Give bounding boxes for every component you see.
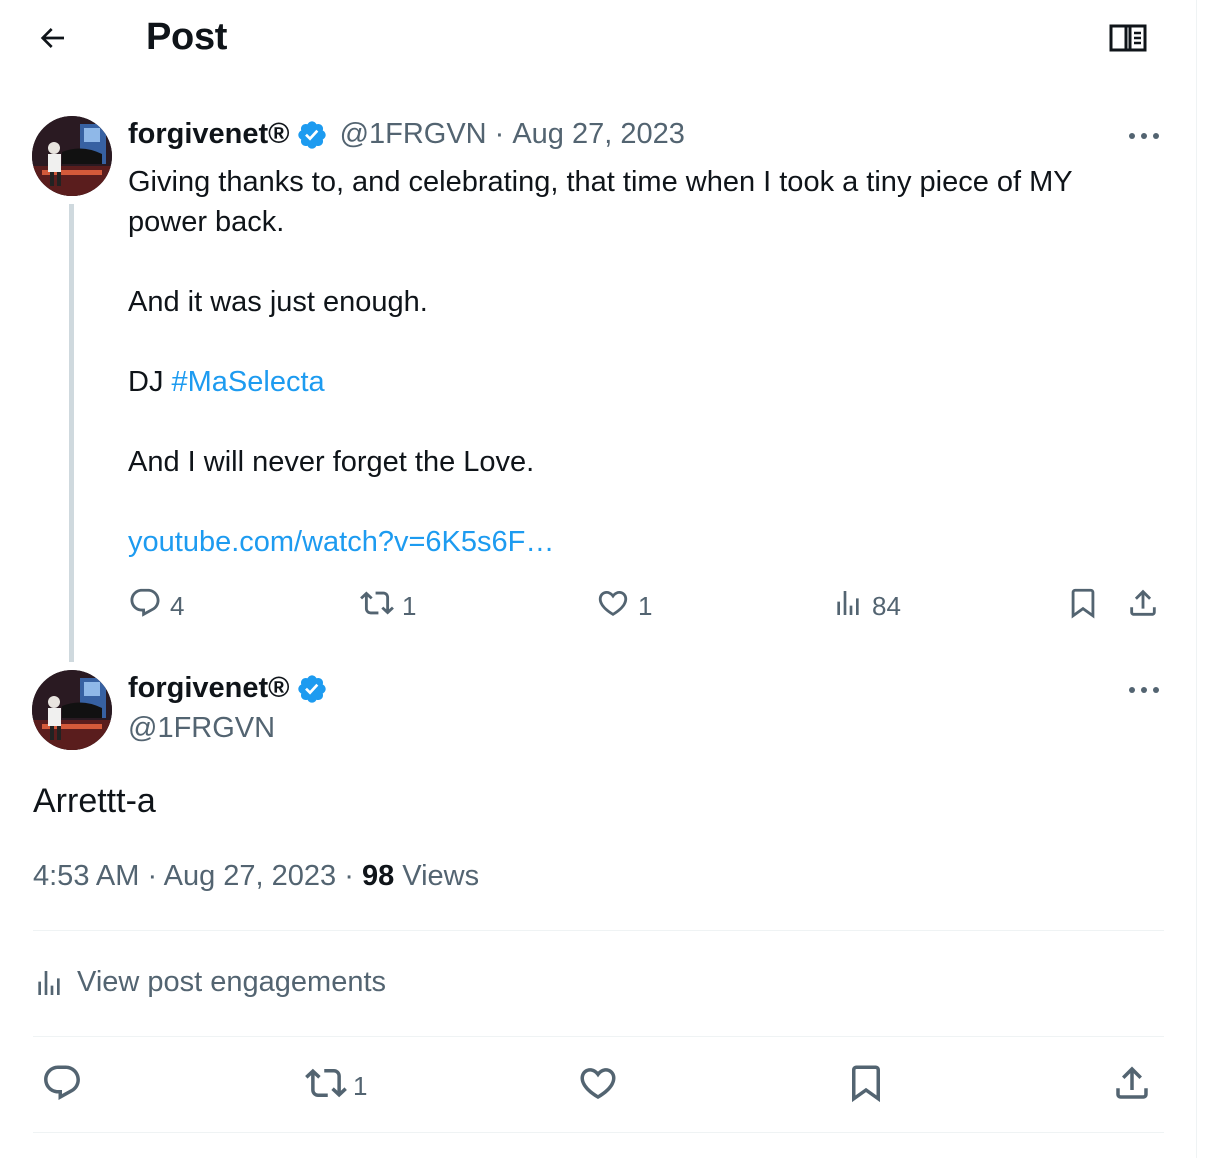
reply-button[interactable]: 4 [128, 586, 184, 626]
views-label: Views [402, 860, 480, 892]
share-icon [1126, 586, 1160, 627]
more-horizontal-icon [1128, 127, 1160, 145]
repost-icon [360, 586, 394, 627]
more-options-button[interactable] [1124, 116, 1164, 156]
parent-post-header: forgivenet® @1FRGVN · Aug 27, 2023 [128, 118, 685, 151]
bookmark-icon [845, 1062, 887, 1111]
arrow-left-icon [36, 22, 68, 59]
handle[interactable]: @1FRGVN [340, 118, 487, 151]
page-title: Post [146, 16, 228, 58]
post-text-line: And I will never forget the Love. [128, 446, 535, 478]
reply-icon [128, 586, 162, 627]
parent-post-text: Giving thanks to, and celebrating, that … [128, 162, 1158, 562]
handle[interactable]: @1FRGVN [128, 712, 275, 745]
share-icon [1111, 1062, 1153, 1111]
post-header: Post [0, 0, 1196, 80]
view-engagements-link[interactable]: View post engagements [33, 966, 386, 999]
post-time[interactable]: 4:53 AM [33, 860, 139, 892]
avatar[interactable] [32, 670, 112, 750]
dj-prefix: DJ [128, 366, 172, 398]
book-icon [1108, 22, 1148, 59]
views-count: 98 [361, 860, 395, 892]
avatar-image [32, 116, 112, 196]
youtube-link[interactable]: youtube.com/watch?v=6K5s6F… [128, 526, 554, 558]
more-options-button[interactable] [1124, 670, 1164, 710]
more-horizontal-icon [1128, 681, 1160, 699]
repost-button[interactable]: 1 [305, 1060, 367, 1112]
avatar[interactable] [32, 116, 112, 196]
divider [33, 930, 1164, 931]
heart-icon [577, 1062, 619, 1111]
verified-badge-icon[interactable] [296, 119, 328, 151]
reader-mode-button[interactable] [1106, 20, 1150, 60]
avatar-image [32, 670, 112, 750]
main-post-text: Arrettt-a [33, 782, 156, 820]
like-count: 1 [638, 590, 653, 621]
post-text-line: DJ #MaSelecta [128, 362, 1158, 402]
engagements-label: View post engagements [77, 966, 387, 998]
meta-separator: · [147, 860, 158, 892]
views-button[interactable]: 84 [832, 586, 901, 626]
bookmark-button[interactable] [1066, 586, 1100, 626]
main-post-header: forgivenet® [128, 672, 328, 705]
back-button[interactable] [30, 20, 74, 60]
meta-separator: · [344, 860, 354, 892]
meta-separator: · [494, 118, 505, 150]
divider [33, 1132, 1164, 1133]
share-button[interactable] [1111, 1060, 1153, 1112]
like-button[interactable]: 1 [596, 586, 652, 626]
verified-badge-icon[interactable] [296, 673, 328, 705]
view-count: 84 [872, 590, 901, 621]
post-text-line: Giving thanks to, and celebrating, that … [128, 166, 1073, 238]
like-button[interactable] [577, 1060, 619, 1112]
post-date[interactable]: Aug 27, 2023 [164, 860, 337, 892]
reply-count: 4 [170, 590, 185, 621]
reply-icon [41, 1062, 83, 1111]
repost-icon [305, 1062, 347, 1111]
display-name[interactable]: forgivenet® [128, 118, 290, 151]
repost-count: 1 [402, 590, 417, 621]
display-name[interactable]: forgivenet® [128, 672, 290, 705]
post-date[interactable]: Aug 27, 2023 [512, 118, 685, 151]
main-post-actions: 1 [33, 1060, 1164, 1112]
analytics-icon [832, 587, 864, 626]
repost-count: 1 [353, 1070, 368, 1101]
column-border [1196, 0, 1197, 1158]
hashtag-link[interactable]: #MaSelecta [172, 366, 325, 398]
share-button[interactable] [1126, 586, 1160, 626]
post-timestamp-row: 4:53 AM · Aug 27, 2023 · 98 Views [33, 860, 479, 893]
heart-icon [596, 586, 630, 627]
post-text-line: And it was just enough. [128, 286, 428, 318]
reply-button[interactable] [41, 1060, 83, 1112]
divider [33, 1036, 1164, 1037]
parent-post-actions: 4 1 1 84 [128, 586, 1168, 626]
bookmark-button[interactable] [845, 1060, 887, 1112]
bookmark-icon [1066, 586, 1100, 627]
repost-button[interactable]: 1 [360, 586, 416, 626]
analytics-icon [33, 967, 65, 999]
thread-connector [69, 204, 74, 662]
